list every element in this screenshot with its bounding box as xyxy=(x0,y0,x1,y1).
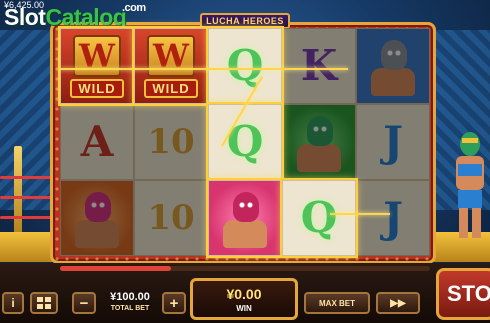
reel1-row2-a: A xyxy=(60,104,134,180)
reel1-row1-wild: W WILD xyxy=(60,28,134,104)
fast-forward-button[interactable]: ▶▶ xyxy=(376,292,420,314)
symbol-ten: 10 xyxy=(147,198,195,238)
reel3-row2-q: Q xyxy=(208,104,282,180)
reel3-row1-q: Q xyxy=(208,28,282,104)
symbol-k: K xyxy=(300,41,338,90)
progress-fill xyxy=(60,266,171,271)
luchador-pink-icon xyxy=(69,188,125,248)
luchador-grey-icon xyxy=(365,36,421,96)
wild-label: WILD xyxy=(144,78,198,98)
reel5-row2-j: J xyxy=(356,104,430,180)
reel4-row2-luchador xyxy=(282,104,356,180)
reel2-row2-ten: 10 xyxy=(134,104,208,180)
wild-label: WILD xyxy=(70,78,124,98)
luchador-green-icon xyxy=(291,112,347,172)
win-label: WIN xyxy=(236,304,252,313)
site-logo: SlotCatalog .com xyxy=(4,2,146,31)
reel3-row3-luchador xyxy=(208,180,282,256)
logo-catalog: Catalog xyxy=(45,4,127,30)
logo-com: .com xyxy=(122,2,146,14)
reel4-row1-k: K xyxy=(282,28,356,104)
win-display: ¥0.00 WIN xyxy=(190,278,298,320)
reel5-row3-j: J xyxy=(356,180,430,256)
progress-track xyxy=(60,266,430,271)
total-bet-label: TOTAL BET xyxy=(110,305,150,312)
max-bet-button[interactable]: MAX BET xyxy=(304,292,370,314)
logo-slot: Slot xyxy=(4,4,46,30)
bet-plus-button[interactable]: + xyxy=(162,292,186,314)
reel5-row1-luchador xyxy=(356,28,430,104)
total-bet-value: ¥100.00 xyxy=(110,291,150,303)
symbol-j: J xyxy=(383,117,403,166)
bet-minus-button[interactable]: − xyxy=(72,292,96,314)
luchador-pink-icon xyxy=(217,188,273,248)
symbol-a: A xyxy=(80,117,114,166)
payline-bottom xyxy=(330,213,390,215)
win-value: ¥0.00 xyxy=(226,286,262,302)
stop-button[interactable]: STOP xyxy=(436,268,490,320)
reel1-row3-luchador xyxy=(60,180,134,256)
payline-top-extend xyxy=(284,68,348,70)
reel-grid: W WILD A W WILD 10 10 Q Q K Q J J xyxy=(60,28,430,256)
wild-symbol: W xyxy=(73,34,121,77)
menu-icon xyxy=(37,297,51,309)
menu-button[interactable] xyxy=(30,292,58,314)
reel4-row3-q: Q xyxy=(282,180,356,256)
reel2-row3-ten: 10 xyxy=(134,180,208,256)
symbol-ten: 10 xyxy=(147,122,195,162)
luchador-fighter-icon xyxy=(456,132,484,238)
reel2-row1-wild: W WILD xyxy=(134,28,208,104)
symbol-q: Q xyxy=(300,193,338,242)
payline-top xyxy=(60,68,284,70)
wild-symbol: W xyxy=(147,34,195,77)
info-button[interactable]: i xyxy=(2,292,24,314)
symbol-j: J xyxy=(383,193,403,242)
game-title: LUCHA HEROES xyxy=(200,13,290,29)
